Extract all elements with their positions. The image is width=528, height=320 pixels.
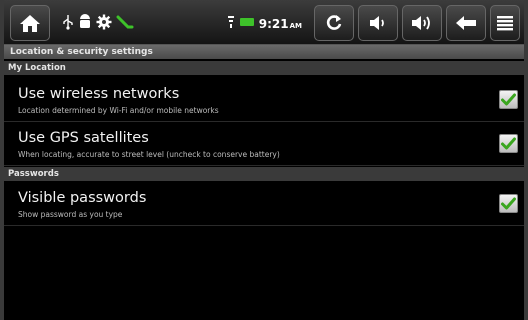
home-icon bbox=[20, 15, 40, 32]
volume-down-button[interactable] bbox=[358, 5, 398, 41]
menu-icon bbox=[497, 16, 513, 31]
checkbox-use-wireless-networks[interactable] bbox=[499, 90, 518, 109]
section-header-passwords: Passwords bbox=[4, 167, 524, 181]
battery-icon bbox=[239, 18, 254, 26]
checkbox-visible-passwords[interactable] bbox=[499, 194, 518, 213]
setting-summary: Location determined by Wi-Fi and/or mobi… bbox=[18, 106, 219, 115]
clock-time: 9:21 bbox=[258, 16, 289, 31]
checkmark-icon bbox=[501, 137, 516, 150]
clock: 9:21AM bbox=[259, 13, 302, 32]
checkbox-use-gps-satellites[interactable] bbox=[499, 134, 518, 153]
android-debug-icon bbox=[80, 14, 90, 28]
setting-title: Use wireless networks bbox=[18, 86, 180, 102]
system-controls: 9:21AM bbox=[227, 3, 520, 41]
settings-icon bbox=[96, 14, 112, 30]
menu-button[interactable] bbox=[490, 5, 520, 41]
home-button[interactable] bbox=[10, 5, 50, 41]
setting-summary: Show password as you type bbox=[18, 210, 123, 219]
section-header-my-location: My Location bbox=[4, 61, 524, 75]
screen: 9:21AM Location & security settings My L… bbox=[0, 0, 528, 320]
setting-visible-passwords[interactable]: Visible passwords Show password as you t… bbox=[4, 182, 524, 226]
usb-icon bbox=[63, 15, 73, 30]
setting-use-wireless-networks[interactable]: Use wireless networks Location determine… bbox=[4, 76, 524, 122]
volume-down-icon bbox=[370, 16, 384, 30]
setting-summary: When locating, accurate to street level … bbox=[18, 150, 280, 159]
status-bar: 9:21AM bbox=[4, 0, 524, 45]
clock-ampm: AM bbox=[289, 21, 302, 30]
back-button[interactable] bbox=[446, 5, 486, 41]
refresh-button[interactable] bbox=[314, 5, 354, 41]
wifi-icon bbox=[227, 16, 234, 28]
setting-use-gps-satellites[interactable]: Use GPS satellites When locating, accura… bbox=[4, 122, 524, 166]
volume-up-icon bbox=[412, 16, 430, 30]
checkmark-icon bbox=[501, 197, 516, 210]
setting-title: Use GPS satellites bbox=[18, 130, 149, 146]
back-icon bbox=[456, 16, 476, 30]
setting-title: Visible passwords bbox=[18, 190, 147, 206]
refresh-icon bbox=[326, 15, 342, 30]
download-icon bbox=[116, 15, 134, 29]
notification-icons bbox=[62, 14, 134, 30]
volume-up-button[interactable] bbox=[402, 5, 442, 41]
page-title: Location & security settings bbox=[4, 45, 524, 59]
checkmark-icon bbox=[501, 93, 516, 106]
status-indicators: 9:21AM bbox=[227, 13, 302, 32]
